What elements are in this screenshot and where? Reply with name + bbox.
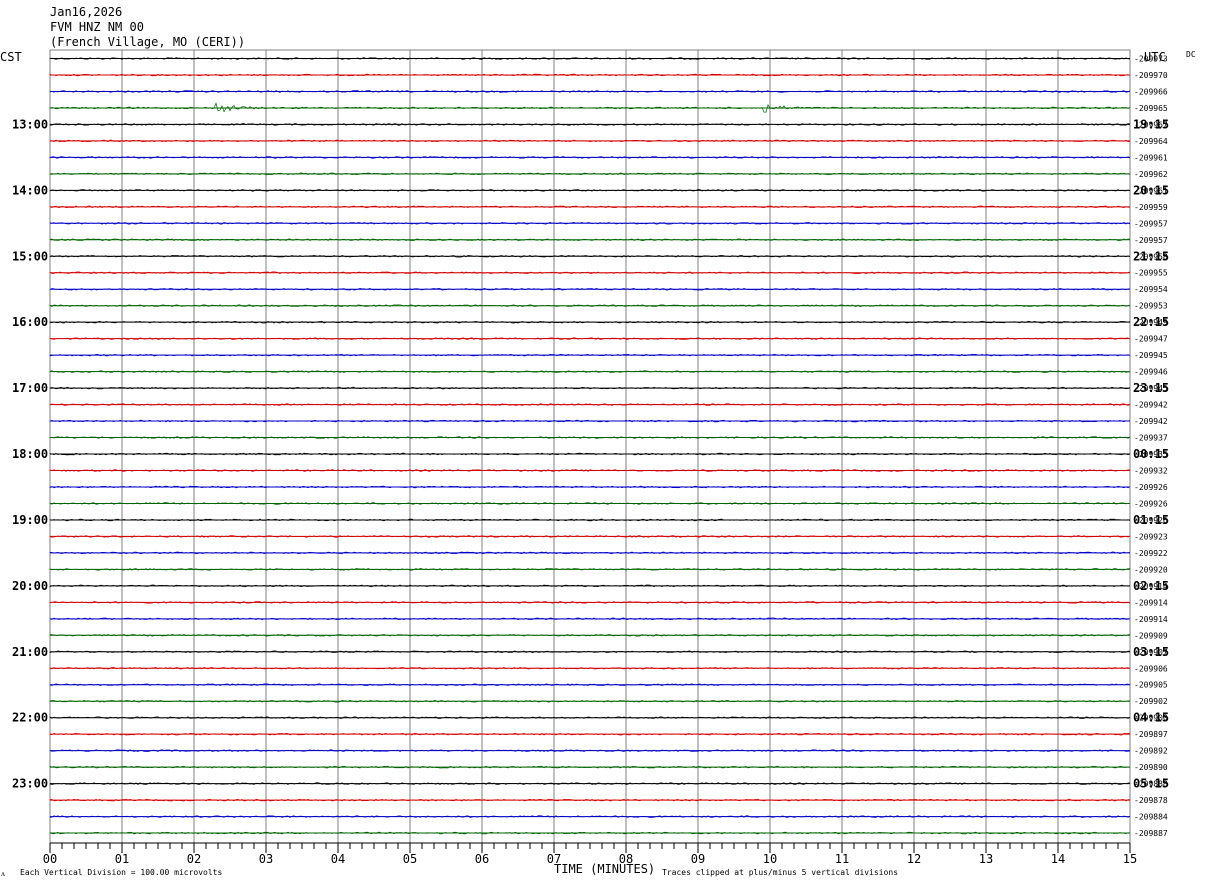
trace-offset-label: -209942 — [1134, 401, 1168, 410]
x-tick-label: 04 — [331, 852, 345, 866]
trace-offset-label: -209965 — [1134, 104, 1168, 113]
trace-offset-label: -209953 — [1134, 302, 1168, 311]
trace-offset-label: -209890 — [1134, 763, 1168, 772]
trace-offset-label: -209942 — [1134, 417, 1168, 426]
left-hour-label: 20:00 — [12, 579, 48, 593]
clip-note: Traces clipped at plus/minus 5 vertical … — [662, 868, 898, 877]
scale-note: Each Vertical Division = 100.00 microvol… — [20, 868, 222, 877]
x-tick-label: 14 — [1051, 852, 1065, 866]
x-axis-title: TIME (MINUTES) — [554, 862, 655, 876]
trace-offset-label: -209932 — [1134, 467, 1168, 476]
trace-offset-label: -209887 — [1134, 829, 1168, 838]
trace-offset-label: -209961 — [1134, 153, 1168, 162]
trace-offset-label: -209888 — [1134, 780, 1168, 789]
tiny-marker-icon: ᴧ — [1, 869, 5, 878]
left-hour-label: 15:00 — [12, 249, 48, 263]
chart-grid — [49, 49, 1131, 844]
trace-offset-label: -209973 — [1134, 55, 1168, 64]
trace-offset-label: -209967 — [1134, 120, 1168, 129]
trace-offset-label: -209902 — [1134, 697, 1168, 706]
trace-offset-label: -209962 — [1134, 170, 1168, 179]
trace-offset-label: -209959 — [1134, 203, 1168, 212]
right-corner-label: DC — [1186, 50, 1196, 59]
trace-offset-label: -209954 — [1134, 285, 1168, 294]
left-timezone-label: CST — [0, 50, 22, 64]
trace-noise — [49, 254, 1131, 258]
trace-offset-label: -209900 — [1134, 714, 1168, 723]
trace-offset-label: -209878 — [1134, 796, 1168, 805]
trace-offset-label: -209920 — [1134, 565, 1168, 574]
trace-offset-label: -209914 — [1134, 615, 1168, 624]
trace-offset-label: -209946 — [1134, 368, 1168, 377]
left-hour-label: 23:00 — [12, 777, 48, 791]
x-tick-label: 06 — [475, 852, 489, 866]
trace-offset-label: -209909 — [1134, 631, 1168, 640]
x-tick-label: 05 — [403, 852, 417, 866]
plot-frame — [49, 49, 1131, 844]
left-hour-label: 14:00 — [12, 183, 48, 197]
left-hour-label: 17:00 — [12, 381, 48, 395]
trace-offset-label: -209957 — [1134, 219, 1168, 228]
trace-offset-label: -209892 — [1134, 747, 1168, 756]
trace-offset-label: -209935 — [1134, 450, 1168, 459]
trace-offset-label: -209905 — [1134, 681, 1168, 690]
trace-offset-label: -209937 — [1134, 434, 1168, 443]
trace-offset-label: -209945 — [1134, 351, 1168, 360]
trace-offset-label: -209949 — [1134, 318, 1168, 327]
left-hour-label: 13:00 — [12, 117, 48, 131]
x-tick-label: 10 — [763, 852, 777, 866]
trace-offset-label: -209947 — [1134, 335, 1168, 344]
trace-offset-label: -209914 — [1134, 582, 1168, 591]
trace-offset-label: -209906 — [1134, 664, 1168, 673]
trace-offset-label: -209970 — [1134, 71, 1168, 80]
trace-noise — [49, 535, 1131, 538]
trace-offset-label: -209961 — [1134, 186, 1168, 195]
x-tick-label: 01 — [115, 852, 129, 866]
x-tick-label: 11 — [835, 852, 849, 866]
left-hour-label: 18:00 — [12, 447, 48, 461]
trace-offset-label: -209966 — [1134, 87, 1168, 96]
x-tick-label: 13 — [979, 852, 993, 866]
trace-offset-label: -209964 — [1134, 137, 1168, 146]
left-hour-label: 22:00 — [12, 711, 48, 725]
seismogram-chart: Jan16,2026 FVM HNZ NM 00 (French Village… — [0, 5, 1196, 878]
x-tick-label: 09 — [691, 852, 705, 866]
trace-offset-label: -209957 — [1134, 236, 1168, 245]
trace-offset-label: -209897 — [1134, 730, 1168, 739]
trace-offset-label: -209955 — [1134, 269, 1168, 278]
trace-offset-label: -209958 — [1134, 252, 1168, 261]
trace-offset-label: -209926 — [1134, 483, 1168, 492]
header-location: (French Village, MO (CERI)) — [50, 35, 245, 49]
trace-offset-label: -209926 — [1134, 516, 1168, 525]
x-tick-label: 03 — [259, 852, 273, 866]
header-station: FVM HNZ NM 00 — [50, 20, 144, 34]
trace-lines — [49, 57, 1131, 835]
trace-offset-label: -209923 — [1134, 532, 1168, 541]
trace-offset-label: -209945 — [1134, 384, 1168, 393]
x-tick-label: 00 — [43, 852, 57, 866]
left-hour-label: 21:00 — [12, 645, 48, 659]
x-tick-label: 15 — [1123, 852, 1137, 866]
x-tick-label: 02 — [187, 852, 201, 866]
trace-noise — [49, 73, 1131, 77]
x-tick-label: 12 — [907, 852, 921, 866]
trace-offset-label: -209914 — [1134, 598, 1168, 607]
trace-offset-label: -209926 — [1134, 499, 1168, 508]
trace-offset-label: -209907 — [1134, 648, 1168, 657]
left-hour-label: 16:00 — [12, 315, 48, 329]
left-hour-label: 19:00 — [12, 513, 48, 527]
trace-offset-label: -209922 — [1134, 549, 1168, 558]
header-date: Jan16,2026 — [50, 5, 122, 19]
trace-offset-label: -209884 — [1134, 813, 1168, 822]
